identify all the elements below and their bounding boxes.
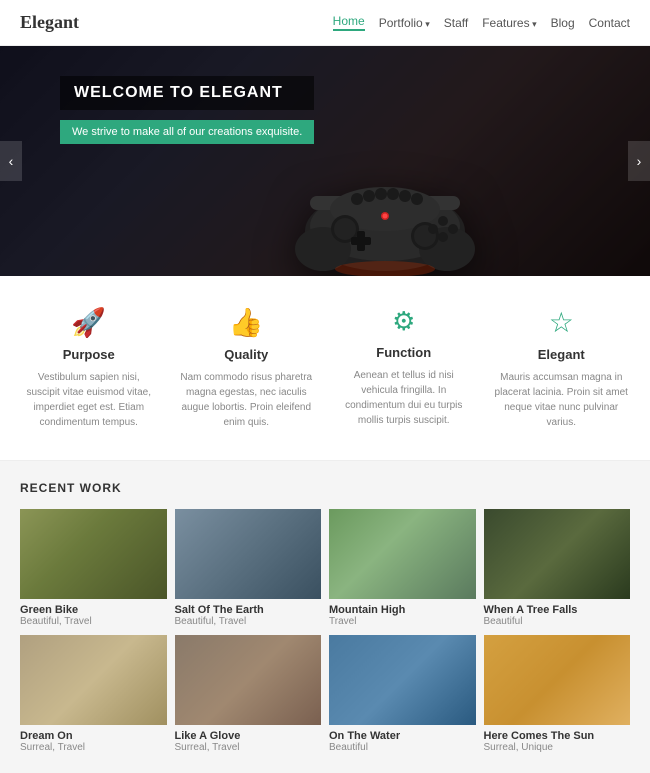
work-item-title: Here Comes The Sun <box>484 730 631 742</box>
nav-staff[interactable]: Staff <box>444 16 468 30</box>
work-thumb <box>20 635 167 725</box>
work-item-title: Dream On <box>20 730 167 742</box>
recent-work-section: RECENT WORK Green Bike Beautiful, Travel… <box>0 461 650 773</box>
hero-content: WELCOME TO ELEGANT We strive to make all… <box>60 76 314 144</box>
feature-elegant-desc: Mauris accumsan magna in placerat lacini… <box>493 370 631 430</box>
hero-gamepad-illustration <box>285 121 485 276</box>
nav-contact[interactable]: Contact <box>589 16 630 30</box>
feature-function-title: Function <box>335 345 473 360</box>
work-thumb <box>175 509 322 599</box>
function-icon: ⚙ <box>335 306 473 337</box>
work-item-title: Mountain High <box>329 604 476 616</box>
work-item[interactable]: Like A Glove Surreal, Travel <box>175 635 322 753</box>
work-thumb <box>484 635 631 725</box>
work-item-tags: Surreal, Unique <box>484 742 631 753</box>
work-item[interactable]: When A Tree Falls Beautiful <box>484 509 631 627</box>
quality-icon: 👍 <box>178 306 316 339</box>
work-item[interactable]: Mountain High Travel <box>329 509 476 627</box>
work-item[interactable]: Here Comes The Sun Surreal, Unique <box>484 635 631 753</box>
work-item-tags: Beautiful <box>484 616 631 627</box>
work-item-tags: Surreal, Travel <box>175 742 322 753</box>
feature-function: ⚙ Function Aenean et tellus id nisi vehi… <box>335 306 473 430</box>
feature-purpose-title: Purpose <box>20 347 158 362</box>
work-item-title: On The Water <box>329 730 476 742</box>
work-thumb <box>484 509 631 599</box>
hero-title: WELCOME TO ELEGANT <box>60 76 314 110</box>
site-logo: Elegant <box>20 12 79 33</box>
hero-subtitle: We strive to make all of our creations e… <box>60 120 314 144</box>
hero-section: WELCOME TO ELEGANT We strive to make all… <box>0 46 650 276</box>
work-item[interactable]: Green Bike Beautiful, Travel <box>20 509 167 627</box>
work-thumb <box>329 635 476 725</box>
work-thumb <box>175 635 322 725</box>
feature-quality: 👍 Quality Nam commodo risus pharetra mag… <box>178 306 316 430</box>
work-item[interactable]: On The Water Beautiful <box>329 635 476 753</box>
nav-features[interactable]: Features <box>482 16 536 30</box>
elegant-icon: ☆ <box>493 306 631 339</box>
work-grid: Green Bike Beautiful, Travel Salt Of The… <box>20 509 630 753</box>
feature-elegant-title: Elegant <box>493 347 631 362</box>
work-item-title: Salt Of The Earth <box>175 604 322 616</box>
work-item-tags: Surreal, Travel <box>20 742 167 753</box>
feature-purpose-desc: Vestibulum sapien nisi, suscipit vitae e… <box>20 370 158 430</box>
work-item-tags: Travel <box>329 616 476 627</box>
feature-purpose: 🚀 Purpose Vestibulum sapien nisi, suscip… <box>20 306 158 430</box>
work-item-tags: Beautiful <box>329 742 476 753</box>
features-section: 🚀 Purpose Vestibulum sapien nisi, suscip… <box>0 276 650 461</box>
work-item[interactable]: Dream On Surreal, Travel <box>20 635 167 753</box>
work-item-title: When A Tree Falls <box>484 604 631 616</box>
main-nav: Home Portfolio Staff Features Blog Conta… <box>333 14 630 31</box>
work-item-tags: Beautiful, Travel <box>20 616 167 627</box>
work-item-title: Like A Glove <box>175 730 322 742</box>
nav-portfolio[interactable]: Portfolio <box>379 16 430 30</box>
feature-elegant: ☆ Elegant Mauris accumsan magna in place… <box>493 306 631 430</box>
feature-quality-title: Quality <box>178 347 316 362</box>
nav-home[interactable]: Home <box>333 14 365 31</box>
work-item-title: Green Bike <box>20 604 167 616</box>
recent-work-title: RECENT WORK <box>20 481 630 495</box>
purpose-icon: 🚀 <box>20 306 158 339</box>
hero-next-button[interactable]: › <box>628 141 650 181</box>
feature-function-desc: Aenean et tellus id nisi vehicula fringi… <box>335 368 473 428</box>
work-thumb <box>329 509 476 599</box>
hero-prev-button[interactable]: ‹ <box>0 141 22 181</box>
site-header: Elegant Home Portfolio Staff Features Bl… <box>0 0 650 46</box>
work-item[interactable]: Salt Of The Earth Beautiful, Travel <box>175 509 322 627</box>
work-item-tags: Beautiful, Travel <box>175 616 322 627</box>
work-thumb <box>20 509 167 599</box>
feature-quality-desc: Nam commodo risus pharetra magna egestas… <box>178 370 316 430</box>
nav-blog[interactable]: Blog <box>551 16 575 30</box>
